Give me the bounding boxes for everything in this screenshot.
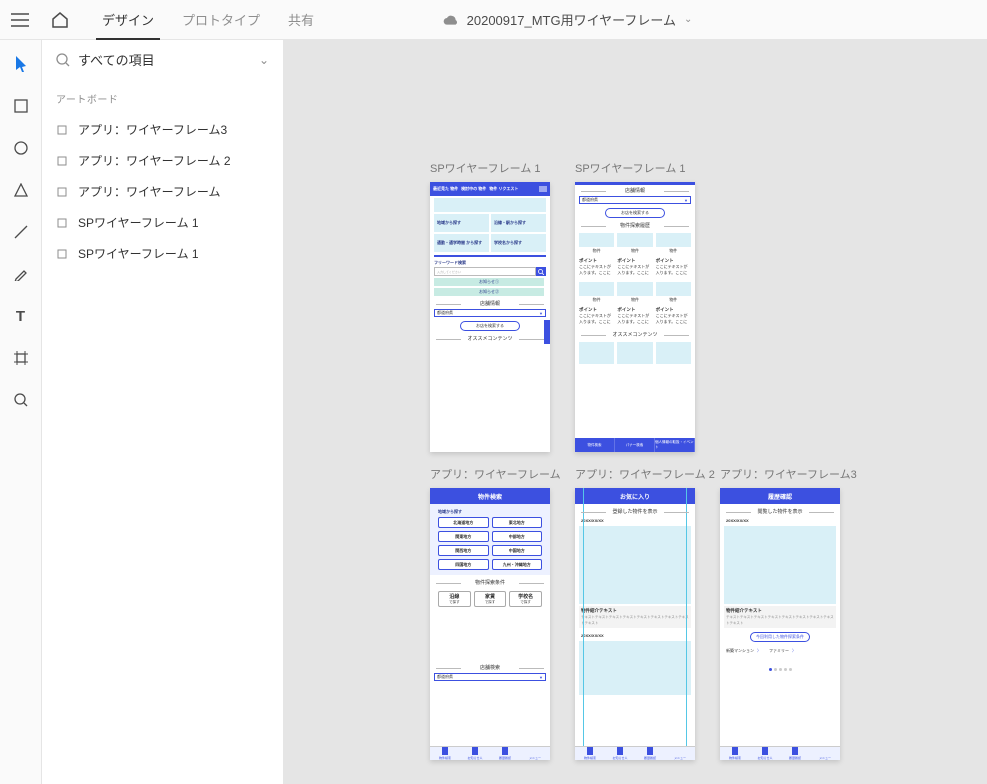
region-cell: 東北地方 <box>492 517 543 528</box>
artboard-sp1[interactable]: 最近見た 物件 検討中の 物件 物件 リクエスト 地域から探す 沿線・駅から探す… <box>430 182 550 452</box>
region-cell: 九州・沖縄地方 <box>492 559 543 570</box>
section-label: オススメコンテンツ <box>430 335 550 342</box>
tile: 通勤・通学時間 から探す <box>434 234 489 252</box>
bottom-tabs: 物件検索 お知らせ人 履歴確認 メニュー <box>720 746 840 760</box>
artboard-list-item[interactable]: アプリ：ワイヤーフレーム3 <box>42 114 283 145</box>
store-search-btn: お店を検索する <box>460 321 520 331</box>
bottom-tabs: 物件検索 お知らせ人 履歴確認 メニュー <box>575 746 695 760</box>
top-bar: デザイン プロトタイプ 共有 20200917_MTG用ワイヤーフレーム ⌄ <box>0 0 987 40</box>
artboard-tool[interactable] <box>11 348 31 368</box>
section-label: 店舗情報 <box>430 300 550 307</box>
freeword-label: フリーワード検索 <box>430 257 550 267</box>
hamburger-icon <box>539 186 547 192</box>
text-tool[interactable]: T <box>11 306 31 326</box>
rectangle-tool[interactable] <box>11 96 31 116</box>
region-cell: 中国地方 <box>492 545 543 556</box>
bottom-tabs: 物件検索 お知らせ人 履歴確認 メニュー <box>430 746 550 760</box>
zoom-tool[interactable] <box>11 390 31 410</box>
condition-cell: 沿線で探す <box>438 591 471 607</box>
prefecture-select: 都道府県▼ <box>434 309 546 317</box>
tab-prototype[interactable]: プロトタイプ <box>168 0 274 40</box>
history-condition-btn: 今回利用した物件探索条件 <box>750 632 810 642</box>
section-label: 物件探索条件 <box>430 579 550 586</box>
artboard-list-item[interactable]: SPワイヤーフレーム 1 <box>42 238 283 269</box>
select-tool[interactable] <box>11 54 31 74</box>
store-search-btn: お店を検索する <box>605 208 665 218</box>
pen-tool[interactable] <box>11 264 31 284</box>
chevron-down-icon: ⌄ <box>684 14 692 25</box>
layers-search-text: すべての項目 <box>78 50 251 69</box>
mode-tabs: デザイン プロトタイプ 共有 <box>88 0 328 40</box>
artboard-app2[interactable]: お気に入り 登録した物件を表示 20XX/XX/XX 物件紹介テキストテキストテ… <box>575 488 695 760</box>
canvas[interactable]: SPワイヤーフレーム 1 最近見た 物件 検討中の 物件 物件 リクエスト 地域… <box>284 40 987 784</box>
polygon-tool[interactable] <box>11 180 31 200</box>
search-icon <box>536 267 546 276</box>
section-label: 登録した物件を表示 <box>575 508 695 515</box>
bottom-nav: 物件検索パナー検索個人情報の取扱・イベント <box>575 438 695 452</box>
artboard-icon <box>56 124 68 136</box>
home-icon[interactable] <box>40 0 80 40</box>
section-label: オススメコンテンツ <box>575 331 695 338</box>
tool-bar: T <box>0 40 42 784</box>
app-header: 物件検索 <box>430 488 550 504</box>
document-title-text: 20200917_MTG用ワイヤーフレーム <box>467 10 676 29</box>
artboard-item-label: SPワイヤーフレーム 1 <box>78 214 199 231</box>
document-title[interactable]: 20200917_MTG用ワイヤーフレーム ⌄ <box>328 10 807 29</box>
cloud-icon <box>443 12 459 28</box>
notice: お知らせ① <box>434 278 544 286</box>
artboard-icon <box>56 155 68 167</box>
section-label: 店舗検索 <box>430 664 550 671</box>
freeword-input: 入力してください <box>434 267 536 276</box>
artboard-icon <box>56 186 68 198</box>
section-label: 店舗情報 <box>575 187 695 194</box>
artboard-app1[interactable]: 物件検索 地域から探す 北海道地方東北地方関東地方中部地方関西地方中国地方四国地… <box>430 488 550 760</box>
section-label: 閲覧した物件を表示 <box>720 508 840 515</box>
artboard-sp2[interactable]: 店舗情報 都道府県▼ お店を検索する 物件探索履歴 物件 物件 物件 ポイントこ… <box>575 182 695 452</box>
prefecture-select: 都道府県▼ <box>434 673 546 681</box>
artboard-list-item[interactable]: アプリ：ワイヤーフレーム 2 <box>42 145 283 176</box>
app-header: お気に入り <box>575 488 695 504</box>
tab-share[interactable]: 共有 <box>274 0 328 40</box>
artboard-label[interactable]: アプリ：ワイヤーフレーム3 <box>720 466 857 482</box>
artboard-item-label: アプリ：ワイヤーフレーム 2 <box>78 152 231 169</box>
artboard-list-item[interactable]: アプリ：ワイヤーフレーム <box>42 176 283 207</box>
artboard-label[interactable]: SPワイヤーフレーム 1 <box>430 160 550 176</box>
sp1-header: 最近見た 物件 検討中の 物件 物件 リクエスト <box>430 182 550 196</box>
artboard-label[interactable]: アプリ：ワイヤーフレーム 2 <box>575 466 715 482</box>
line-tool[interactable] <box>11 222 31 242</box>
region-cell: 中部地方 <box>492 531 543 542</box>
region-cell: 北海道地方 <box>438 517 489 528</box>
artboard-item-label: アプリ：ワイヤーフレーム3 <box>78 121 227 138</box>
tile: 地域から探す <box>434 214 489 232</box>
search-icon <box>56 53 70 67</box>
artboard-app3[interactable]: 履歴確認 閲覧した物件を表示 20XX/XX/XX 物件紹介テキストテキストテキ… <box>720 488 840 760</box>
tile: 学校名から探す <box>491 234 546 252</box>
notice: お知らせ② <box>434 288 544 296</box>
artboard-icon <box>56 217 68 229</box>
condition-cell: 家賃で探す <box>474 591 507 607</box>
region-cell: 関西地方 <box>438 545 489 556</box>
section-label: 物件探索履歴 <box>575 222 695 229</box>
layers-search[interactable]: すべての項目 ⌄ <box>42 40 283 79</box>
artboard-label[interactable]: SPワイヤーフレーム 1 <box>575 160 695 176</box>
ellipse-tool[interactable] <box>11 138 31 158</box>
chevron-down-icon[interactable]: ⌄ <box>259 53 269 67</box>
menu-icon[interactable] <box>0 0 40 40</box>
section-header: アートボード <box>42 79 283 114</box>
artboard-item-label: アプリ：ワイヤーフレーム <box>78 183 221 200</box>
tile: 沿線・駅から探す <box>491 214 546 232</box>
layers-panel: すべての項目 ⌄ アートボード アプリ：ワイヤーフレーム3 アプリ：ワイヤーフレー… <box>42 40 284 784</box>
artboard-list-item[interactable]: SPワイヤーフレーム 1 <box>42 207 283 238</box>
artboard-item-label: SPワイヤーフレーム 1 <box>78 245 199 262</box>
artboard-icon <box>56 248 68 260</box>
region-cell: 関東地方 <box>438 531 489 542</box>
region-cell: 四国地方 <box>438 559 489 570</box>
prefecture-select: 都道府県▼ <box>579 196 691 204</box>
tab-design[interactable]: デザイン <box>88 0 168 40</box>
condition-cell: 学校名で探す <box>509 591 542 607</box>
app-header: 履歴確認 <box>720 488 840 504</box>
artboard-label[interactable]: アプリ：ワイヤーフレーム <box>430 466 561 482</box>
